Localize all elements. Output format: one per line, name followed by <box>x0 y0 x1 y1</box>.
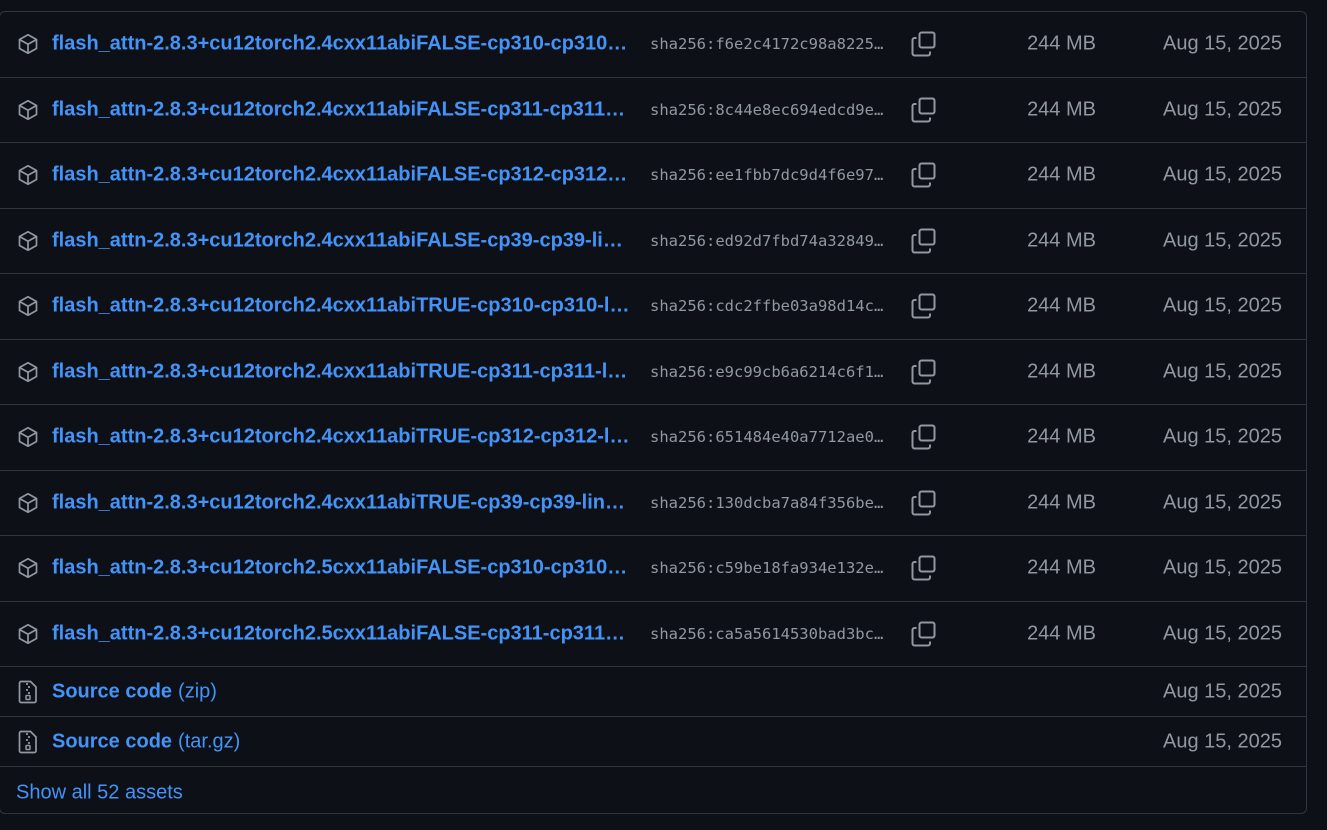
source-code-row: Source code (zip) Aug 15, 2025 <box>0 667 1306 717</box>
source-code-targz-link[interactable]: Source code (tar.gz) <box>52 730 240 753</box>
asset-size: 244 MB <box>1027 491 1096 514</box>
asset-date: Aug 15, 2025 <box>1163 98 1282 121</box>
asset-size: 244 MB <box>1027 98 1096 121</box>
asset-date: Aug 15, 2025 <box>1163 294 1282 317</box>
package-icon <box>18 34 38 55</box>
package-icon <box>18 296 38 317</box>
asset-row: flash_attn-2.8.3+cu12torch2.4cxx11abiTRU… <box>0 340 1306 405</box>
asset-date: Aug 15, 2025 <box>1163 425 1282 448</box>
asset-sha256: sha256:ee1fbb7dc9d4f6e97… <box>650 166 884 185</box>
package-icon <box>18 165 38 186</box>
copy-icon[interactable] <box>911 162 937 188</box>
copy-icon[interactable] <box>911 228 937 254</box>
copy-icon[interactable] <box>911 293 937 319</box>
asset-download-link[interactable]: flash_attn-2.8.3+cu12torch2.4cxx11abiFAL… <box>52 229 630 252</box>
asset-date: Aug 15, 2025 <box>1163 360 1282 383</box>
asset-size: 244 MB <box>1027 229 1096 252</box>
file-zip-icon <box>18 730 37 753</box>
copy-icon[interactable] <box>911 490 937 516</box>
copy-icon[interactable] <box>911 621 937 647</box>
asset-sha256: sha256:ca5a5614530bad3bc… <box>650 624 884 643</box>
asset-row: flash_attn-2.8.3+cu12torch2.4cxx11abiTRU… <box>0 405 1306 471</box>
asset-download-link[interactable]: flash_attn-2.8.3+cu12torch2.4cxx11abiFAL… <box>52 164 630 187</box>
asset-size: 244 MB <box>1027 163 1096 186</box>
asset-date: Aug 15, 2025 <box>1163 163 1282 186</box>
asset-sha256: sha256:f6e2c4172c98a8225… <box>650 35 884 54</box>
source-code-ext: (tar.gz) <box>178 730 241 752</box>
asset-size: 244 MB <box>1027 425 1096 448</box>
source-code-zip-link[interactable]: Source code (zip) <box>52 680 217 703</box>
asset-row: flash_attn-2.8.3+cu12torch2.4cxx11abiFAL… <box>0 209 1306 274</box>
asset-date: Aug 15, 2025 <box>1163 680 1282 702</box>
asset-row: flash_attn-2.8.3+cu12torch2.4cxx11abiFAL… <box>0 78 1306 143</box>
asset-size: 244 MB <box>1027 556 1096 579</box>
package-icon <box>18 623 38 644</box>
package-icon <box>18 99 38 120</box>
source-code-label: Source code <box>52 730 173 752</box>
package-icon <box>18 230 38 251</box>
package-icon <box>18 427 38 448</box>
asset-download-link[interactable]: flash_attn-2.8.3+cu12torch2.4cxx11abiTRU… <box>52 295 630 318</box>
asset-sha256: sha256:cdc2ffbe03a98d14c… <box>650 297 884 316</box>
asset-sha256: sha256:130dcba7a84f356be… <box>650 493 884 512</box>
asset-sha256: sha256:8c44e8ec694edcd9e… <box>650 100 884 119</box>
asset-size: 244 MB <box>1027 622 1096 645</box>
copy-icon[interactable] <box>911 97 937 123</box>
source-code-ext: (zip) <box>178 680 217 702</box>
asset-download-link[interactable]: flash_attn-2.8.3+cu12torch2.5cxx11abiFAL… <box>52 622 630 645</box>
show-all-row: Show all 52 assets <box>0 767 1306 813</box>
asset-date: Aug 15, 2025 <box>1163 730 1282 752</box>
asset-sha256: sha256:ed92d7fbd74a32849… <box>650 231 884 250</box>
copy-icon[interactable] <box>911 31 937 57</box>
asset-row: flash_attn-2.8.3+cu12torch2.5cxx11abiFAL… <box>0 536 1306 602</box>
asset-sha256: sha256:651484e40a7712ae0… <box>650 428 884 447</box>
copy-icon[interactable] <box>911 424 937 450</box>
asset-sha256: sha256:c59be18fa934e132e… <box>650 559 884 578</box>
asset-download-link[interactable]: flash_attn-2.8.3+cu12torch2.4cxx11abiFAL… <box>52 33 630 56</box>
source-code-row: Source code (tar.gz) Aug 15, 2025 <box>0 717 1306 767</box>
release-assets-list: flash_attn-2.8.3+cu12torch2.4cxx11abiFAL… <box>0 11 1307 814</box>
asset-date: Aug 15, 2025 <box>1163 229 1282 252</box>
asset-date: Aug 15, 2025 <box>1163 556 1282 579</box>
asset-size: 244 MB <box>1027 32 1096 55</box>
show-all-assets-link[interactable]: Show all 52 assets <box>16 782 183 805</box>
asset-download-link[interactable]: flash_attn-2.8.3+cu12torch2.4cxx11abiTRU… <box>52 360 630 383</box>
file-zip-icon <box>18 680 37 703</box>
copy-icon[interactable] <box>911 555 937 581</box>
package-icon <box>18 492 38 513</box>
asset-size: 244 MB <box>1027 294 1096 317</box>
asset-row: flash_attn-2.8.3+cu12torch2.4cxx11abiTRU… <box>0 471 1306 536</box>
asset-date: Aug 15, 2025 <box>1163 32 1282 55</box>
source-code-label: Source code <box>52 680 173 702</box>
package-icon <box>18 558 38 579</box>
package-icon <box>18 361 38 382</box>
asset-sha256: sha256:e9c99cb6a6214c6f1… <box>650 362 884 381</box>
asset-row: flash_attn-2.8.3+cu12torch2.4cxx11abiFAL… <box>0 143 1306 209</box>
asset-date: Aug 15, 2025 <box>1163 622 1282 645</box>
asset-row: flash_attn-2.8.3+cu12torch2.5cxx11abiFAL… <box>0 602 1306 667</box>
asset-download-link[interactable]: flash_attn-2.8.3+cu12torch2.5cxx11abiFAL… <box>52 557 630 580</box>
asset-size: 244 MB <box>1027 360 1096 383</box>
asset-download-link[interactable]: flash_attn-2.8.3+cu12torch2.4cxx11abiFAL… <box>52 98 630 121</box>
asset-download-link[interactable]: flash_attn-2.8.3+cu12torch2.4cxx11abiTRU… <box>52 491 630 514</box>
asset-row: flash_attn-2.8.3+cu12torch2.4cxx11abiTRU… <box>0 274 1306 340</box>
copy-icon[interactable] <box>911 359 937 385</box>
asset-date: Aug 15, 2025 <box>1163 491 1282 514</box>
asset-download-link[interactable]: flash_attn-2.8.3+cu12torch2.4cxx11abiTRU… <box>52 426 630 449</box>
asset-row: flash_attn-2.8.3+cu12torch2.4cxx11abiFAL… <box>0 12 1306 78</box>
